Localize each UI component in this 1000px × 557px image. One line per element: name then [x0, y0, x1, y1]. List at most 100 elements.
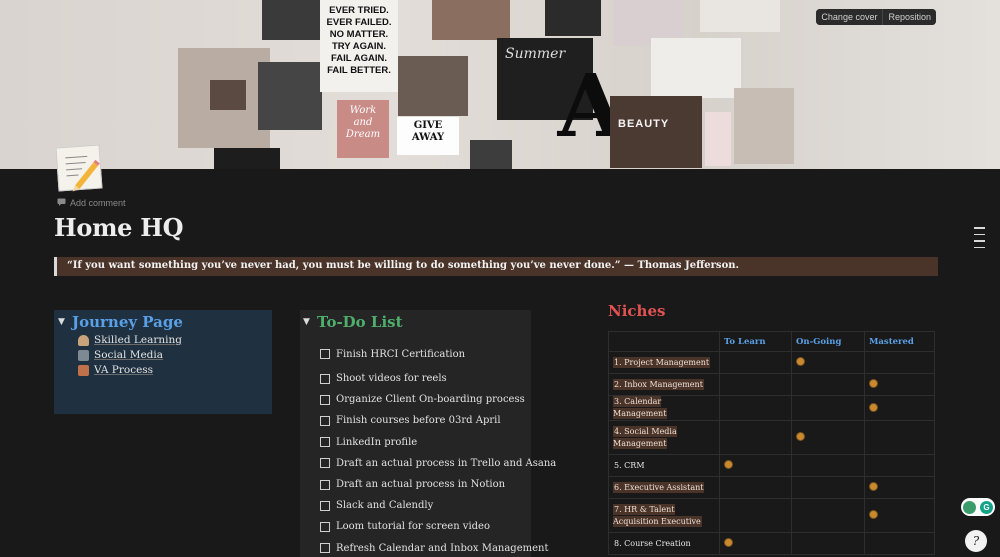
status-emoji-icon	[869, 379, 878, 388]
todo-title: To-Do List	[317, 313, 403, 331]
niche-label: 1. Project Management	[613, 356, 711, 368]
reposition-button[interactable]: Reposition	[882, 9, 936, 25]
niches-status-cell[interactable]	[864, 498, 935, 533]
niches-status-cell[interactable]	[719, 476, 792, 499]
niches-status-cell[interactable]	[864, 532, 935, 555]
todo-label: LinkedIn profile	[336, 436, 418, 448]
todo-item: Finish HRCI Certification	[320, 340, 531, 368]
outline-line	[974, 233, 985, 235]
niches-label-cell[interactable]: 4. Social Media Management	[608, 420, 720, 455]
niches-label-cell[interactable]: 7. HR & Talent Acquisition Executive	[608, 498, 720, 533]
niches-status-cell[interactable]	[864, 476, 935, 499]
journey-link-va-process[interactable]: VA Process	[78, 364, 272, 376]
niches-title: Niches	[608, 302, 666, 320]
niches-label-cell[interactable]: 1. Project Management	[608, 351, 720, 374]
niches-status-cell[interactable]	[719, 395, 792, 421]
todo-label: Organize Client On-boarding process	[336, 394, 525, 406]
niches-label-cell[interactable]: 2. Inbox Management	[608, 373, 720, 396]
add-comment-label: Add comment	[70, 198, 126, 208]
niches-table: To Learn On-Going Mastered 1. Project Ma…	[608, 331, 935, 555]
collage-photo	[262, 0, 320, 40]
todo-checkbox[interactable]	[320, 543, 330, 554]
todo-item: Shoot videos for reels	[320, 368, 531, 389]
extension-badge[interactable]: G	[961, 498, 995, 516]
collage-photo	[398, 56, 468, 116]
collage-photo	[210, 80, 246, 110]
niches-status-cell[interactable]	[719, 498, 792, 533]
cover-image: EVER TRIED. EVER FAILED. NO MATTER. TRY …	[0, 0, 1000, 169]
niches-status-cell[interactable]	[864, 454, 935, 477]
todo-toggle: ▼ To-Do List Finish HRCI Certification S…	[300, 310, 556, 557]
todo-item: Refresh Calendar and Inbox Management	[320, 538, 549, 557]
page-title[interactable]: Home HQ	[54, 213, 183, 242]
niches-status-cell[interactable]	[864, 395, 935, 421]
journey-link-skilled-learning[interactable]: Skilled Learning	[78, 334, 272, 346]
journey-title: Journey Page	[72, 313, 183, 331]
niches-label-cell[interactable]: 3. Calendar Management	[608, 395, 720, 421]
niches-header-cell[interactable]	[608, 331, 720, 352]
todo-checkbox[interactable]	[320, 521, 330, 532]
niches-status-cell[interactable]	[791, 395, 865, 421]
page-outline[interactable]	[974, 227, 985, 253]
change-cover-button[interactable]: Change cover	[816, 9, 883, 25]
niches-status-cell[interactable]	[791, 498, 865, 533]
niches-header-ongoing[interactable]: On-Going	[791, 331, 865, 352]
todo-checkbox[interactable]	[320, 373, 330, 384]
niches-status-cell[interactable]	[791, 373, 865, 396]
memo-icon[interactable]	[55, 144, 103, 192]
niches-status-cell[interactable]	[791, 476, 865, 499]
collage-photo	[700, 0, 780, 32]
todo-item: Slack and Calendly	[320, 495, 531, 516]
todo-item: Draft an actual process in Notion	[320, 474, 531, 495]
niches-status-cell[interactable]	[791, 420, 865, 455]
niches-status-cell[interactable]	[719, 373, 792, 396]
help-button[interactable]: ?	[965, 530, 987, 552]
journey-link-social-media[interactable]: Social Media	[78, 349, 272, 361]
status-emoji-icon	[869, 402, 878, 412]
niches-status-cell[interactable]	[719, 454, 792, 477]
comment-icon	[57, 198, 66, 208]
grammarly-icon: G	[980, 500, 993, 514]
niches-status-cell[interactable]	[791, 454, 865, 477]
niches-status-cell[interactable]	[791, 351, 865, 374]
niches-label-cell[interactable]: 8. Course Creation	[608, 532, 720, 555]
todo-checkbox[interactable]	[320, 458, 330, 469]
niche-label: 4. Social Media Management	[613, 425, 677, 449]
todo-checkbox[interactable]	[320, 415, 330, 426]
niches-status-cell[interactable]	[791, 532, 865, 555]
niches-status-cell[interactable]	[719, 532, 792, 555]
niches-header-to-learn[interactable]: To Learn	[719, 331, 792, 352]
todo-item: Finish courses before 03rd April	[320, 410, 531, 431]
status-emoji-icon	[724, 460, 733, 469]
collage-photo	[432, 0, 510, 40]
todo-item: Loom tutorial for screen video	[320, 516, 531, 537]
people-icon	[78, 349, 89, 361]
niches-status-cell[interactable]	[864, 351, 935, 374]
todo-checkbox[interactable]	[320, 479, 330, 490]
status-emoji-icon	[796, 432, 805, 441]
quote-block[interactable]: “If you want something you’ve never had,…	[54, 257, 938, 276]
collage-photo	[258, 62, 322, 130]
todo-checkbox[interactable]	[320, 437, 330, 448]
niches-header-mastered[interactable]: Mastered	[864, 331, 935, 352]
journey-toggle: ▼ Journey Page Skilled Learning Social M…	[54, 310, 272, 414]
collage-beauty: BEAUTY	[610, 96, 702, 168]
niches-row: 7. HR & Talent Acquisition Executive	[608, 498, 935, 533]
niches-label-cell[interactable]: 6. Executive Assistant	[608, 476, 720, 499]
todo-checkbox[interactable]	[320, 394, 330, 405]
todo-label: Finish courses before 03rd April	[336, 415, 501, 427]
todo-checkbox[interactable]	[320, 500, 330, 511]
toggle-triangle-icon[interactable]: ▼	[303, 317, 311, 327]
toggle-triangle-icon[interactable]: ▼	[58, 317, 66, 327]
niches-row: 5. CRM	[608, 454, 935, 477]
niches-label-cell[interactable]: 5. CRM	[608, 454, 720, 477]
niches-status-cell[interactable]	[719, 351, 792, 374]
niches-status-cell[interactable]	[864, 420, 935, 455]
journey-link-label: Social Media	[94, 349, 164, 361]
niches-status-cell[interactable]	[864, 373, 935, 396]
niches-row: 2. Inbox Management	[608, 373, 935, 396]
todo-checkbox[interactable]	[320, 349, 330, 359]
niches-status-cell[interactable]	[719, 420, 792, 455]
add-comment-button[interactable]: Add comment	[57, 198, 126, 208]
outline-line	[974, 227, 985, 229]
